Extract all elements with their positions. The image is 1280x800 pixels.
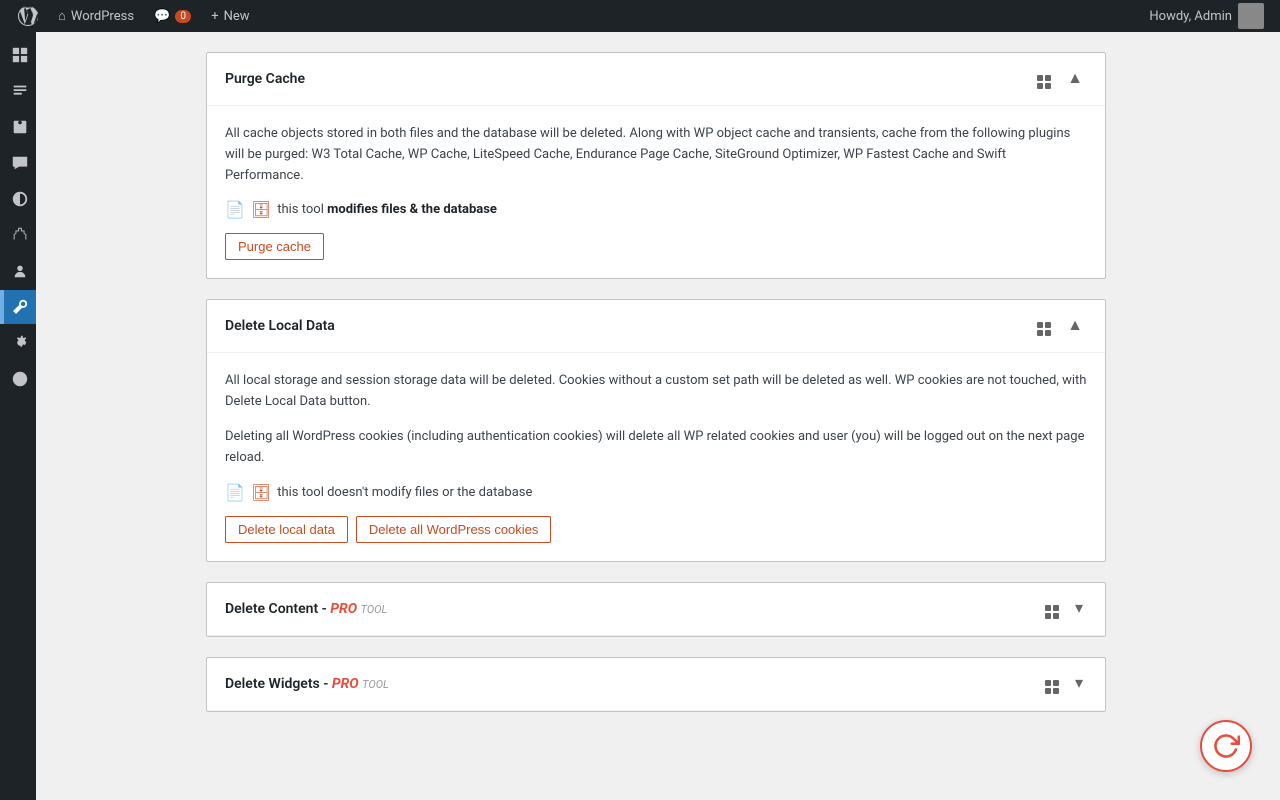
delete-local-data-meta: 📄 🗄 this tool doesn't modify files or th… <box>225 483 1087 502</box>
delete-widgets-card: Delete Widgets - PRO tool ▾ <box>206 657 1106 712</box>
delete-widgets-grid-btn[interactable] <box>1041 672 1063 696</box>
delete-widgets-header: Delete Widgets - PRO tool ▾ <box>207 658 1105 711</box>
purge-cache-actions: Purge cache <box>225 233 1087 260</box>
purge-cache-controls: ▲ <box>1033 67 1087 91</box>
purge-cache-meta-text: this tool modifies files & the database <box>277 202 497 217</box>
delete-local-data-card: Delete Local Data ▲ All local storage an… <box>206 299 1106 561</box>
delete-content-title: Delete Content - Delete ContentPRO tool <box>225 601 387 617</box>
delete-local-data-actions: Delete local data Delete all WordPress c… <box>225 516 1087 543</box>
delete-local-data-btn[interactable]: Delete local data <box>225 516 348 543</box>
grid-icon-2 <box>1037 322 1051 336</box>
delete-widgets-controls: ▾ <box>1041 672 1087 696</box>
file-icon: 📄 <box>225 200 245 219</box>
delete-wp-cookies-btn[interactable]: Delete all WordPress cookies <box>356 516 552 543</box>
delete-content-header: Delete Content - Delete ContentPRO tool … <box>207 583 1105 636</box>
grid-icon-3 <box>1045 605 1059 619</box>
file-icon-2: 📄 <box>225 483 245 502</box>
grid-icon-4 <box>1045 680 1059 694</box>
grid-icon <box>1037 75 1051 89</box>
delete-content-controls: ▾ <box>1041 597 1087 621</box>
sidebar-item-settings[interactable] <box>0 326 36 360</box>
delete-widgets-collapse-btn[interactable]: ▾ <box>1071 674 1087 694</box>
sidebar-item-dashboard[interactable] <box>0 38 36 72</box>
howdy-text: Howdy, Admin <box>1149 9 1232 24</box>
purge-cache-title: Purge Cache <box>225 71 305 87</box>
sidebar-item-users[interactable] <box>0 254 36 288</box>
delete-widgets-title: Delete Widgets - PRO tool <box>225 676 389 692</box>
plus-icon: + <box>211 9 218 24</box>
purge-cache-collapse-btn[interactable]: ▲ <box>1063 69 1087 89</box>
sidebar-item-appearance[interactable] <box>0 182 36 216</box>
sidebar-item-plugins[interactable] <box>0 218 36 252</box>
delete-content-grid-btn[interactable] <box>1041 597 1063 621</box>
delete-local-data-desc2: Deleting all WordPress cookies (includin… <box>225 427 1087 469</box>
delete-local-data-title: Delete Local Data <box>225 318 335 334</box>
delete-content-card: Delete Content - Delete ContentPRO tool … <box>206 582 1106 637</box>
purge-cache-btn[interactable]: Purge cache <box>225 233 324 260</box>
layout: Purge Cache ▲ All cache objects stored i… <box>0 32 1280 800</box>
wp-logo[interactable] <box>8 0 48 32</box>
admin-bar: ⌂ WordPress 💬 0 + New Howdy, Admin <box>0 0 1280 32</box>
sidebar-item-posts[interactable] <box>0 74 36 108</box>
avatar[interactable] <box>1238 3 1264 29</box>
house-icon: ⌂ <box>58 8 66 24</box>
db-icon: 🗄 <box>251 200 271 219</box>
admin-bar-right: Howdy, Admin <box>1149 3 1272 29</box>
delete-local-data-header: Delete Local Data ▲ <box>207 300 1105 353</box>
sidebar-item-comments[interactable] <box>0 146 36 180</box>
delete-local-data-desc1: All local storage and session storage da… <box>225 371 1087 413</box>
purge-cache-meta: 📄 🗄 this tool modifies files & the datab… <box>225 200 1087 219</box>
sidebar <box>0 32 36 800</box>
purge-cache-header: Purge Cache ▲ <box>207 53 1105 106</box>
delete-local-data-controls: ▲ <box>1033 314 1087 338</box>
db-icon-2: 🗄 <box>251 483 271 502</box>
sidebar-item-updates[interactable] <box>0 362 36 396</box>
delete-local-data-grid-btn[interactable] <box>1033 314 1055 338</box>
comments-item[interactable]: 💬 0 <box>144 0 201 32</box>
main-content: Purge Cache ▲ All cache objects stored i… <box>36 32 1280 800</box>
purge-cache-desc: All cache objects stored in both files a… <box>225 124 1087 186</box>
purge-cache-grid-btn[interactable] <box>1033 67 1055 91</box>
refresh-button[interactable] <box>1200 720 1252 772</box>
delete-local-data-body: All local storage and session storage da… <box>207 353 1105 560</box>
delete-content-collapse-btn[interactable]: ▾ <box>1071 599 1087 619</box>
sidebar-item-media[interactable] <box>0 110 36 144</box>
comment-icon: 💬 <box>154 9 170 24</box>
new-item[interactable]: + New <box>201 0 259 32</box>
sidebar-item-tools[interactable] <box>0 290 36 324</box>
purge-cache-card: Purge Cache ▲ All cache objects stored i… <box>206 52 1106 279</box>
site-name-item[interactable]: ⌂ WordPress <box>48 0 144 32</box>
delete-local-meta-text: this tool doesn't modify files or the da… <box>277 485 532 500</box>
purge-cache-body: All cache objects stored in both files a… <box>207 106 1105 278</box>
delete-local-data-collapse-btn[interactable]: ▲ <box>1063 316 1087 336</box>
